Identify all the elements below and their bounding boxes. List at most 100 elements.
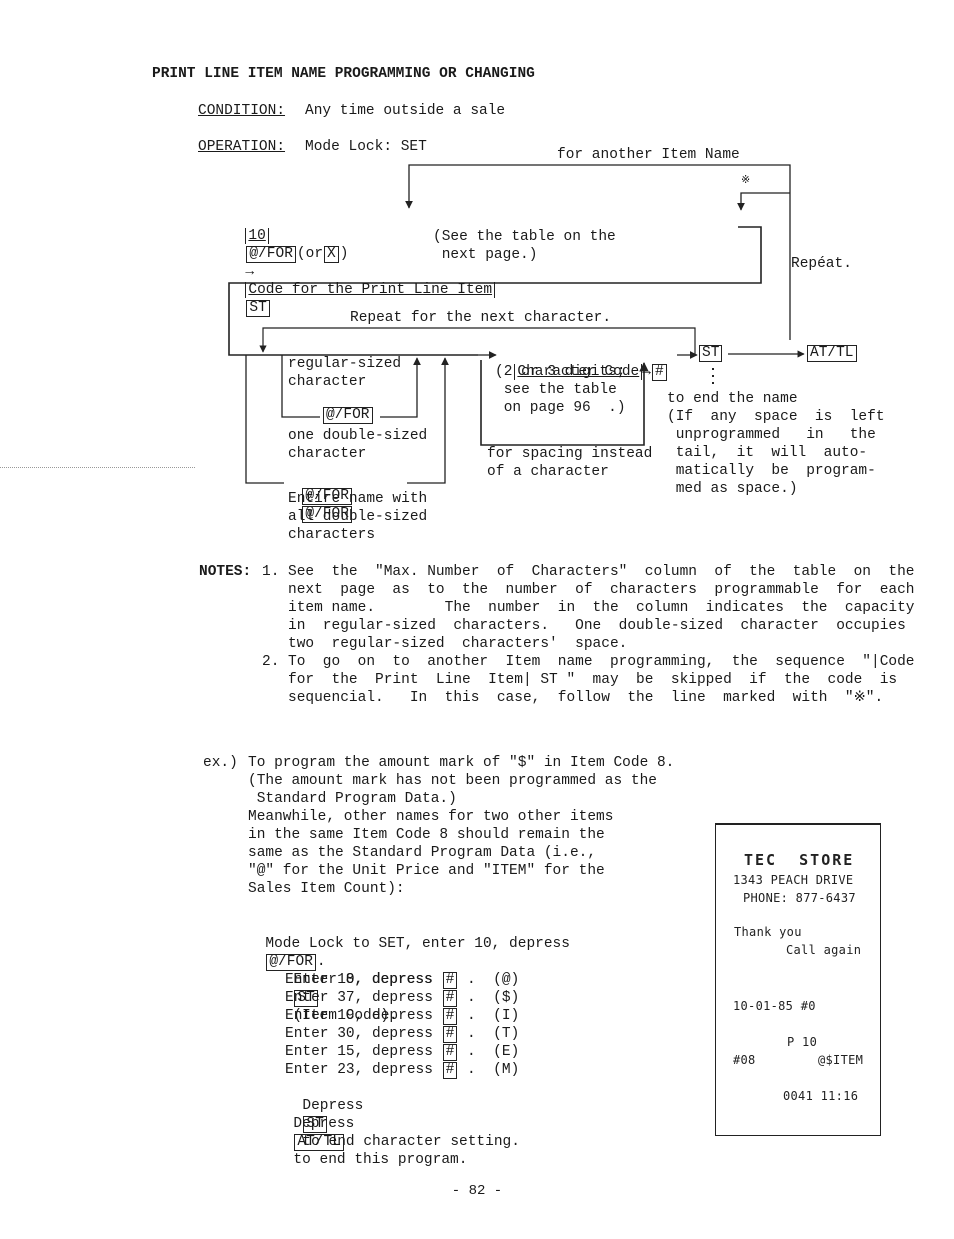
depress-word: depress	[372, 990, 433, 1006]
arrow-icon: →	[642, 364, 651, 380]
note-line: next page as to the number of characters…	[288, 582, 915, 598]
char-result: (E)	[493, 1044, 520, 1060]
loop-another-item-label: for another Item Name	[557, 147, 740, 163]
char-result: (@)	[493, 972, 520, 988]
depress-word: depress	[372, 1008, 433, 1024]
arrow-icon: →	[245, 264, 255, 280]
key-hash[interactable]: #	[651, 364, 667, 381]
key-x[interactable]: X	[324, 246, 339, 263]
key-hash[interactable]: #	[442, 1062, 458, 1079]
step-suffix: to end this program.	[293, 1152, 468, 1168]
one-double-sized-label: one double-sized character	[288, 428, 428, 462]
receipt-footer: 0041 11:16	[783, 1089, 859, 1103]
operation-label: OPERATION:	[198, 139, 286, 155]
example-line: in the same Item Code 8 should remain th…	[248, 827, 605, 843]
note-line: two regular-sized characters' space.	[288, 636, 628, 652]
double-size-loop-line	[245, 355, 284, 484]
key-hash[interactable]: #	[442, 1008, 458, 1025]
receipt-item-names: @$ITEM	[818, 1053, 864, 1067]
enter-word: Enter	[285, 972, 329, 988]
sample-receipt: TEC STORE 1343 PEACH DRIVE PHONE: 877-64…	[715, 823, 881, 1136]
entire-double-label: Entire name with all double-sized charac…	[288, 491, 428, 543]
key-at-for-regular[interactable]: @/FOR	[323, 407, 373, 424]
depress-word: depress	[372, 1044, 433, 1060]
key-10[interactable]: 10	[245, 228, 269, 244]
enter-word: Enter	[285, 1062, 329, 1078]
step-text: Depress	[293, 1116, 355, 1132]
enter-word: Enter	[285, 1008, 329, 1024]
or-open-text: (or	[296, 246, 324, 262]
key-hash[interactable]: #	[442, 990, 458, 1007]
regular-sized-label: regular-sized character	[288, 356, 402, 390]
example-line: Standard Program Data.)	[248, 791, 457, 807]
note-line: See the "Max. Number of Characters" colu…	[288, 564, 915, 580]
char-result: (M)	[493, 1062, 520, 1078]
key-hash[interactable]: #	[442, 972, 458, 989]
char-code-value: 15	[337, 1044, 355, 1060]
key-hash[interactable]: #	[442, 1044, 458, 1061]
char-code-value: 10	[337, 972, 355, 988]
code-print-line-item: Code for the Print Line Item	[245, 282, 496, 298]
key-st[interactable]: ST	[246, 300, 270, 317]
receipt-thanks: Thank you	[734, 925, 802, 939]
example-line: Sales Item Count):	[248, 881, 405, 897]
char-code-value: 30	[337, 1026, 355, 1042]
page-title: PRINT LINE ITEM NAME PROGRAMMING OR CHAN…	[152, 66, 535, 82]
asterisk-shortcut-line	[737, 192, 790, 211]
example-line: To program the amount mark of "$" in Ite…	[248, 755, 675, 771]
or-close-text: )	[339, 246, 349, 262]
key-at-for[interactable]: @/FOR	[246, 246, 296, 263]
repeat-label: Repéat.	[791, 256, 852, 272]
end-program-step: Depress AT/TL to end this program.	[276, 1097, 467, 1169]
receipt-item-code: #08	[733, 1053, 756, 1067]
receipt-date: 10-01-85 #0	[733, 999, 816, 1013]
char-step-row: Enter 19, depress # . (I)	[285, 1008, 520, 1025]
key-st-end[interactable]: ST	[699, 345, 723, 362]
condition-label: CONDITION:	[198, 103, 286, 119]
receipt-phone: PHONE: 877-6437	[743, 891, 856, 905]
note-1-num: 1.	[262, 564, 280, 580]
operation-value: Mode Lock: SET	[305, 139, 427, 155]
char-step-row: Enter 15, depress # . (E)	[285, 1044, 520, 1061]
notes-label: NOTES:	[199, 564, 252, 580]
example-line: same as the Standard Program Data (i.e.,	[248, 845, 597, 861]
step-text: Mode Lock to SET, enter 10, depress	[265, 936, 570, 952]
example-line: Meanwhile, other names for two other ite…	[248, 809, 614, 825]
see-table-note: (See the table on the next page.)	[433, 229, 616, 263]
receipt-call-again: Call again	[786, 943, 862, 957]
receipt-p-mark: P 10	[787, 1035, 818, 1049]
example-label: ex.)	[203, 755, 238, 771]
condition-value: Any time outside a sale	[305, 103, 506, 119]
end-name-note: to end the name (If any space is left un…	[667, 391, 885, 497]
char-step-row: Enter 30, depress # . (T)	[285, 1026, 520, 1043]
repeat-next-char-label: Repeat for the next character.	[350, 310, 612, 326]
char-result: (I)	[493, 1008, 520, 1024]
char-result: (T)	[493, 1026, 520, 1042]
key-at-tl[interactable]: AT/TL	[807, 345, 857, 362]
depress-word: depress	[372, 972, 433, 988]
char-step-row: Enter 10, depress # . (@)	[285, 972, 520, 989]
enter-word: Enter	[285, 990, 329, 1006]
depress-word: depress	[372, 1026, 433, 1042]
asterisk-mark: ※	[741, 175, 751, 187]
enter-word: Enter	[285, 1026, 329, 1042]
note-line: in regular-sized characters. One double-…	[288, 618, 906, 634]
char-code-value: 37	[337, 990, 355, 1006]
note-2-num: 2.	[262, 654, 280, 670]
receipt-address: 1343 PEACH DRIVE	[733, 873, 854, 887]
key-at-tl[interactable]: AT/TL	[294, 1134, 344, 1151]
example-line: "@" for the Unit Price and "ITEM" for th…	[248, 863, 605, 879]
char-code-note: (2 or 3 digits; see the table on page 96…	[495, 364, 626, 416]
receipt-store-name: TEC STORE	[744, 851, 855, 869]
char-code-value: 23	[337, 1062, 355, 1078]
char-step-row: Enter 37, depress # . ($)	[285, 990, 520, 1007]
enter-word: Enter	[285, 1044, 329, 1060]
depress-word: depress	[372, 1062, 433, 1078]
spacing-note: for spacing instead of a character	[487, 446, 653, 480]
page-number: - 82 -	[451, 1183, 503, 1199]
note-line: sequencial. In this case, follow the lin…	[288, 690, 884, 706]
char-code-value: 19	[337, 1008, 355, 1024]
note-line: item name. The number in the column indi…	[288, 600, 915, 616]
key-hash[interactable]: #	[442, 1026, 458, 1043]
scan-artifact-line	[0, 467, 195, 468]
